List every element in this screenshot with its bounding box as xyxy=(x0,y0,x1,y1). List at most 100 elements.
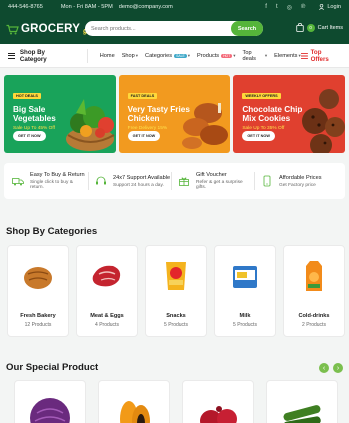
nav-item-top-deals[interactable]: Top deals ▾ xyxy=(243,50,268,62)
banner-cta-button[interactable]: GET IT NOW xyxy=(127,131,161,141)
chips-bag-image xyxy=(166,262,186,290)
sale-tag: SALE xyxy=(174,53,187,58)
category-name: Milk xyxy=(239,313,251,319)
categories-section-title: Shop By Categories xyxy=(6,226,98,237)
category-count: 4 Products xyxy=(95,322,119,328)
banner-cta-button[interactable]: GET IT NOW xyxy=(13,131,46,141)
feature-subtitle: Single click to buy & return. xyxy=(29,180,73,190)
category-name: Fresh Bakery xyxy=(20,313,56,319)
nav-label: Top deals xyxy=(242,49,256,62)
feature-easy-return: Easy To Buy & Return Single click to buy… xyxy=(12,172,88,190)
user-icon xyxy=(319,4,325,10)
search-button[interactable]: Search xyxy=(231,21,263,36)
cart-count-badge: 0 xyxy=(306,23,315,32)
product-card[interactable] xyxy=(266,380,338,423)
bread-image xyxy=(24,267,52,289)
main-header: GROCERY go Search 0 Cart Items xyxy=(0,14,349,44)
special-products-title: Our Special Product xyxy=(6,362,99,373)
nav-item-categories[interactable]: Categories SALE ▾ xyxy=(145,53,190,59)
feature-title: Easy To Buy & Return xyxy=(29,172,85,178)
meat-image xyxy=(92,265,121,287)
pinterest-icon[interactable]: ℗ xyxy=(301,4,305,10)
hamburger-icon xyxy=(8,52,15,59)
feature-subtitle: Get Factory price xyxy=(279,182,316,188)
chevron-right-icon[interactable]: › xyxy=(333,363,343,373)
banner-fried-chicken[interactable]: FAST DEALS Very Tasty Fries Chicken Free… xyxy=(118,75,231,153)
category-name: Cold-drinks xyxy=(298,313,330,319)
nav-label: Categories xyxy=(145,52,173,59)
nav-label: Elements xyxy=(274,52,298,59)
juice-carton-image xyxy=(306,261,322,291)
banner-badge: FAST DEALS xyxy=(127,93,158,99)
category-card-snacks[interactable]: Snacks 5 Products xyxy=(145,245,207,337)
feature-affordable-prices: Affordable Prices Get Factory price xyxy=(261,175,337,188)
banner-title: Chocolate Chip Mix Cookies xyxy=(242,105,303,123)
carousel-controls: ‹ › xyxy=(319,363,343,373)
main-nav: Shop By Category Home Shop ▾ Categories SA… xyxy=(0,44,349,68)
product-card[interactable] xyxy=(14,380,86,423)
search-bar: Search xyxy=(85,21,263,36)
chevron-left-icon[interactable]: ‹ xyxy=(319,363,329,373)
papaya-image xyxy=(120,401,150,423)
shopping-bag-icon xyxy=(295,23,304,32)
banner-badge: HOT DEALS xyxy=(13,93,41,99)
feature-divider xyxy=(171,172,172,190)
banner-cta-button[interactable]: GET IT NOW xyxy=(242,131,275,141)
facebook-icon[interactable]: f xyxy=(265,4,267,10)
contact-email[interactable]: demo@company.com xyxy=(119,4,173,10)
cart-label: Cart Items xyxy=(317,24,343,31)
category-card-milk[interactable]: Milk 5 Products xyxy=(214,245,276,337)
top-offers-label: Top Offers xyxy=(310,48,329,63)
top-offers-link[interactable]: Top Offers xyxy=(300,48,341,63)
hot-tag: HOT xyxy=(221,53,233,58)
nav-item-products[interactable]: Products HOT ▾ xyxy=(197,53,236,59)
phone-number: 444-546-8765 xyxy=(8,4,43,10)
top-info-bar: 444-546-8765 Mon - Fri 8AM - 5PM demo@co… xyxy=(0,0,349,14)
category-card-cold-drinks[interactable]: Cold-drinks 2 Products xyxy=(283,245,345,337)
logo-cart-icon xyxy=(6,24,19,34)
banner-badge: WEEKLY OFFERS xyxy=(242,93,281,99)
search-input[interactable] xyxy=(85,25,231,32)
category-count: 2 Products xyxy=(302,322,326,328)
chevron-down-icon: ▾ xyxy=(233,52,236,58)
login-link[interactable]: Login xyxy=(319,4,341,10)
product-card[interactable] xyxy=(98,380,170,423)
category-name: Snacks xyxy=(166,313,186,319)
banner-cookies[interactable]: WEEKLY OFFERS Chocolate Chip Mix Cookies… xyxy=(233,75,346,153)
twitter-icon[interactable]: t xyxy=(276,4,278,10)
category-card-fresh-bakery[interactable]: Fresh Bakery 12 Products xyxy=(7,245,69,337)
product-card[interactable] xyxy=(182,380,254,423)
mobile-phone-icon xyxy=(263,175,271,187)
chevron-down-icon: ▾ xyxy=(187,52,191,58)
feature-subtitle: Support 24 hours a day. xyxy=(113,182,164,188)
login-label: Login xyxy=(327,4,341,10)
category-list: Fresh Bakery 12 Products Meat & Eggs 4 P… xyxy=(7,245,345,337)
shop-by-category-label: Shop By Category xyxy=(19,48,47,63)
feature-strip: Easy To Buy & Return Single click to buy… xyxy=(4,163,345,199)
banner-title: Big Sale Vegetables xyxy=(13,105,56,123)
instagram-icon[interactable]: ◎ xyxy=(287,4,292,11)
chevron-down-icon: ▾ xyxy=(135,52,139,58)
banner-vegetables[interactable]: HOT DEALS Big Sale Vegetables Sale Up To… xyxy=(4,75,116,153)
promo-banners: HOT DEALS Big Sale Vegetables Sale Up To… xyxy=(4,75,346,153)
cart-button[interactable]: 0 Cart Items xyxy=(295,23,343,32)
chevron-down-icon: ▾ xyxy=(264,52,268,58)
category-count: 12 Products xyxy=(24,322,52,328)
category-count: 5 Products xyxy=(164,322,188,328)
nav-item-elements[interactable]: Elements ▾ xyxy=(274,53,301,59)
offers-grid-icon xyxy=(300,52,308,59)
zucchini-image xyxy=(283,405,321,423)
milk-box-image xyxy=(233,266,257,288)
feature-divider xyxy=(88,172,89,190)
feature-title: Gift Voucher xyxy=(195,172,227,178)
shop-by-category-menu[interactable]: Shop By Category xyxy=(8,49,73,63)
logo[interactable]: GROCERY go xyxy=(6,23,92,35)
nav-item-home[interactable]: Home xyxy=(100,53,115,59)
banner-title: Very Tasty Fries Chicken xyxy=(127,105,190,123)
category-card-meat-eggs[interactable]: Meat & Eggs 4 Products xyxy=(76,245,138,337)
nav-label: Shop xyxy=(121,52,135,59)
nav-label: Home xyxy=(99,52,115,59)
nav-item-shop[interactable]: Shop ▾ xyxy=(122,53,138,59)
feature-support: 24x7 Support Available Support 24 hours … xyxy=(95,175,171,188)
feature-title: 24x7 Support Available xyxy=(113,174,171,181)
